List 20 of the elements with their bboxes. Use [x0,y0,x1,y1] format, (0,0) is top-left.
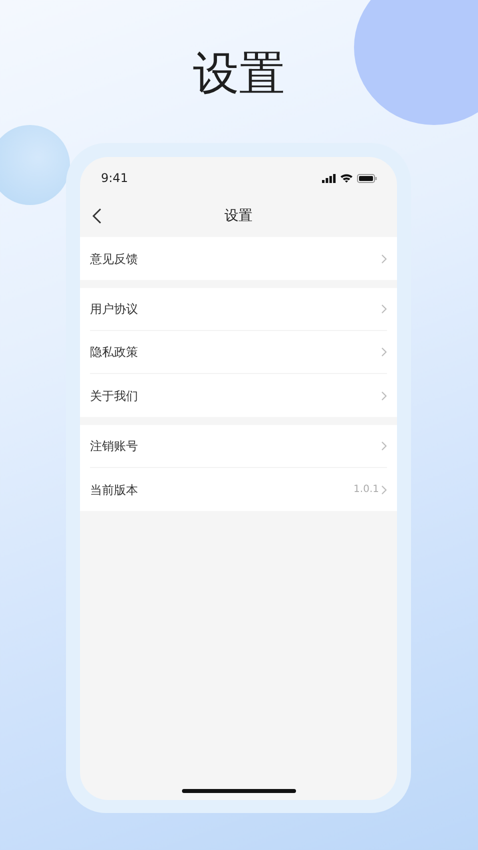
setting-item[interactable]: 注销账号 [90,437,381,455]
chevron-icon [381,484,387,494]
setting-item[interactable]: 用户协议 [90,300,381,318]
headline: 设置 [193,45,285,102]
wifi-icon [340,173,353,183]
back-icon[interactable] [92,208,102,224]
chevron-icon [381,254,387,264]
setting-item[interactable]: 当前版本 [90,480,354,498]
battery-icon [357,174,377,182]
setting-item[interactable]: 意见反馈 [90,250,381,268]
setting-item[interactable]: 隐私政策 [90,343,381,361]
version-number: 1.0.1 [354,483,379,497]
signal-icon [322,174,336,182]
chevron-icon [381,347,387,357]
chevron-icon [381,304,387,314]
chevron-icon [381,390,387,400]
setting-item[interactable]: 关于我们 [90,386,381,404]
status-time: 9:41 [101,170,128,187]
screen-title: 设置 [224,206,252,226]
chevron-icon [381,441,387,451]
